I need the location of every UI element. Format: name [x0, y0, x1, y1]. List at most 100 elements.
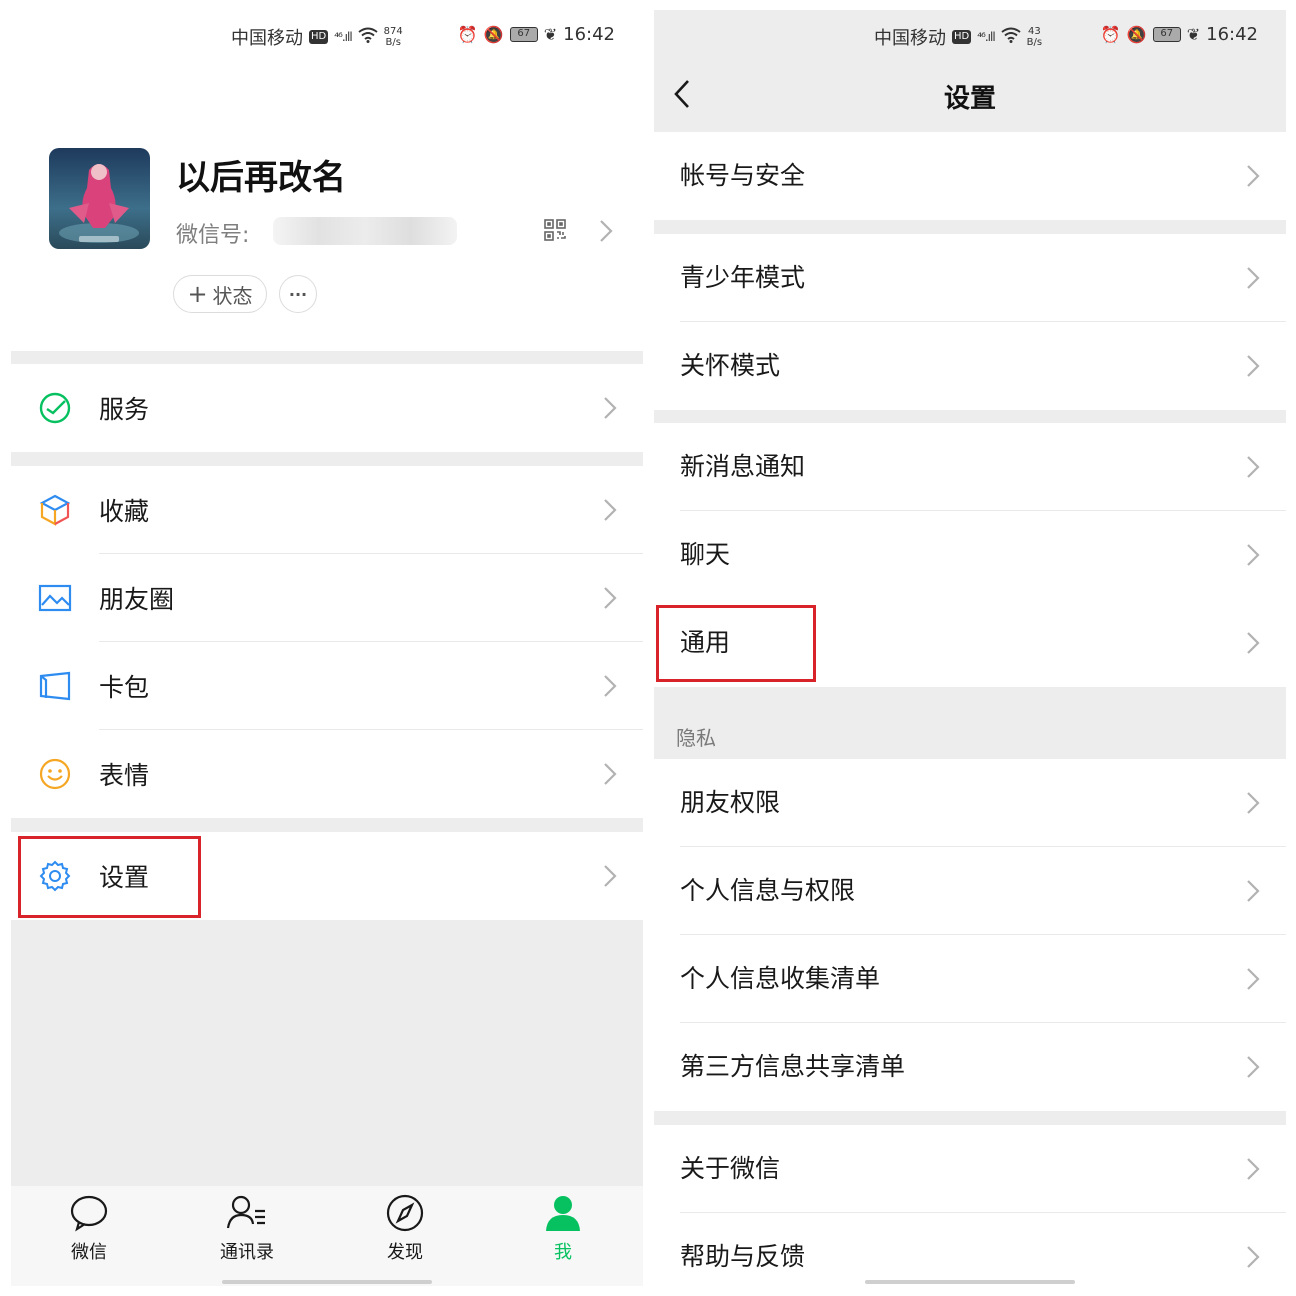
bottom-tab-bar: 微信 通讯录 发现 我 [11, 1186, 643, 1286]
page-title: 设置 [943, 84, 996, 114]
chevron-right-icon [603, 498, 617, 522]
speed-unit: B/s [385, 37, 401, 48]
settings-item-label: 第三方信息共享清单 [680, 1052, 906, 1081]
wifi-icon [1001, 27, 1021, 47]
settings-item-about[interactable]: 关于微信 [654, 1125, 1286, 1213]
chevron-right-icon [1246, 164, 1260, 188]
chevron-right-icon [603, 864, 617, 888]
privacy-section-header: 隐私 [676, 726, 716, 750]
menu-item-label: 服务 [99, 395, 150, 424]
tab-contacts[interactable]: 通讯录 [197, 1194, 297, 1264]
battery-icon: 67 [509, 27, 538, 42]
hd-icon: HD [952, 30, 972, 44]
qr-code-icon[interactable] [544, 219, 566, 241]
mute-icon: 🔕 [1126, 25, 1147, 44]
plus-icon: + [187, 280, 208, 308]
chevron-right-icon [1246, 1055, 1260, 1079]
menu-item-label: 表情 [99, 761, 150, 790]
carrier-name: 中国移动 [874, 28, 946, 49]
alarm-icon: ⏰ [1100, 25, 1121, 44]
settings-item-third-party-sharing[interactable]: 第三方信息共享清单 [654, 1023, 1286, 1111]
settings-item-label: 帐号与安全 [680, 161, 806, 190]
services-icon [37, 390, 73, 426]
chevron-right-icon [1246, 1157, 1260, 1181]
person-icon [546, 1196, 580, 1231]
add-status-button[interactable]: + 状态 [173, 275, 267, 313]
status-bar: 中国移动 HD ⁴⁶.ıll 874 B/s ⏰ 🔕 67 ❦ 16:42 [11, 22, 643, 49]
settings-item-label: 朋友权限 [680, 788, 781, 817]
tab-label: 我 [554, 1242, 572, 1263]
favorites-cube-icon [37, 492, 73, 528]
wechat-id-label: 微信号: [176, 223, 250, 248]
moments-image-icon [37, 580, 73, 616]
settings-item-youth-mode[interactable]: 青少年模式 [654, 234, 1286, 322]
tab-discover[interactable]: 发现 [355, 1194, 455, 1264]
chevron-right-icon [1246, 1245, 1260, 1269]
settings-item-personal-info-collection[interactable]: 个人信息收集清单 [654, 935, 1286, 1023]
chevron-right-icon [603, 586, 617, 610]
profile-chevron-right-icon[interactable] [599, 219, 613, 243]
leaf-icon: ❦ [1186, 25, 1201, 44]
alarm-icon: ⏰ [457, 25, 478, 44]
settings-item-label: 关于微信 [680, 1154, 781, 1183]
wifi-icon [358, 27, 378, 47]
settings-item-account-security[interactable]: 帐号与安全 [654, 132, 1286, 220]
network-speed: 874 B/s [384, 26, 403, 48]
settings-item-chat[interactable]: 聊天 [654, 511, 1286, 599]
empty-area [11, 920, 643, 1196]
chevron-right-icon [1246, 879, 1260, 903]
settings-item-personal-info-permissions[interactable]: 个人信息与权限 [654, 847, 1286, 935]
menu-item-label: 朋友圈 [99, 585, 175, 614]
tab-me[interactable]: 我 [513, 1194, 613, 1264]
carrier-name: 中国移动 [231, 28, 303, 49]
chevron-right-icon [1246, 354, 1260, 378]
menu-item-stickers[interactable]: 表情 [11, 730, 643, 818]
clock: 16:42 [563, 24, 615, 45]
menu-item-cards[interactable]: 卡包 [11, 642, 643, 730]
home-indicator [222, 1280, 432, 1284]
chevron-right-icon [1246, 266, 1260, 290]
settings-item-label: 个人信息与权限 [680, 876, 856, 905]
speed-unit: B/s [1026, 37, 1043, 48]
chevron-right-icon [1246, 543, 1260, 567]
settings-item-label: 个人信息收集清单 [680, 964, 881, 993]
section-divider [11, 452, 643, 466]
signal-icon: ⁴⁶.ıll [334, 30, 352, 44]
avatar[interactable] [49, 148, 150, 249]
clock: 16:42 [1206, 24, 1258, 45]
section-divider [11, 351, 643, 364]
chevron-right-icon [1246, 631, 1260, 655]
tab-chats[interactable]: 微信 [39, 1194, 139, 1264]
general-highlight-box [656, 605, 816, 682]
wechat-id-value-blurred [273, 217, 457, 245]
settings-item-friend-permissions[interactable]: 朋友权限 [654, 759, 1286, 847]
mute-icon: 🔕 [483, 25, 504, 44]
chevron-right-icon [1246, 455, 1260, 479]
menu-item-moments[interactable]: 朋友圈 [11, 554, 643, 642]
hd-icon: HD [309, 30, 329, 44]
more-button[interactable]: ··· [279, 275, 317, 313]
menu-item-services[interactable]: 服务 [11, 364, 643, 452]
menu-item-favorites[interactable]: 收藏 [11, 466, 643, 554]
settings-item-notifications[interactable]: 新消息通知 [654, 423, 1286, 511]
section-divider [11, 818, 643, 832]
settings-item-care-mode[interactable]: 关怀模式 [654, 322, 1286, 410]
chevron-right-icon [1246, 791, 1260, 815]
speed-value: 43 [1028, 26, 1041, 37]
menu-item-label: 收藏 [99, 497, 150, 526]
settings-item-help-feedback[interactable]: 帮助与反馈 [654, 1213, 1286, 1286]
settings-item-label: 聊天 [680, 540, 731, 569]
tab-label: 通讯录 [220, 1242, 274, 1263]
speed-value: 874 [383, 26, 403, 37]
battery-icon: 67 [1152, 27, 1181, 42]
signal-icon: ⁴⁶.ıll [977, 30, 995, 44]
menu-item-label: 卡包 [99, 673, 150, 702]
settings-item-label: 新消息通知 [680, 452, 806, 481]
nav-bar: 中国移动 HD ⁴⁶.ıll 43 B/s ⏰ 🔕 67 ❦ 16:42 设置 [654, 10, 1286, 132]
contacts-icon [226, 1195, 265, 1229]
card-wallet-icon [37, 668, 73, 704]
settings-highlight-box [18, 836, 201, 918]
chevron-right-icon [603, 396, 617, 420]
chevron-right-icon [1246, 967, 1260, 991]
settings-item-label: 关怀模式 [680, 351, 781, 380]
